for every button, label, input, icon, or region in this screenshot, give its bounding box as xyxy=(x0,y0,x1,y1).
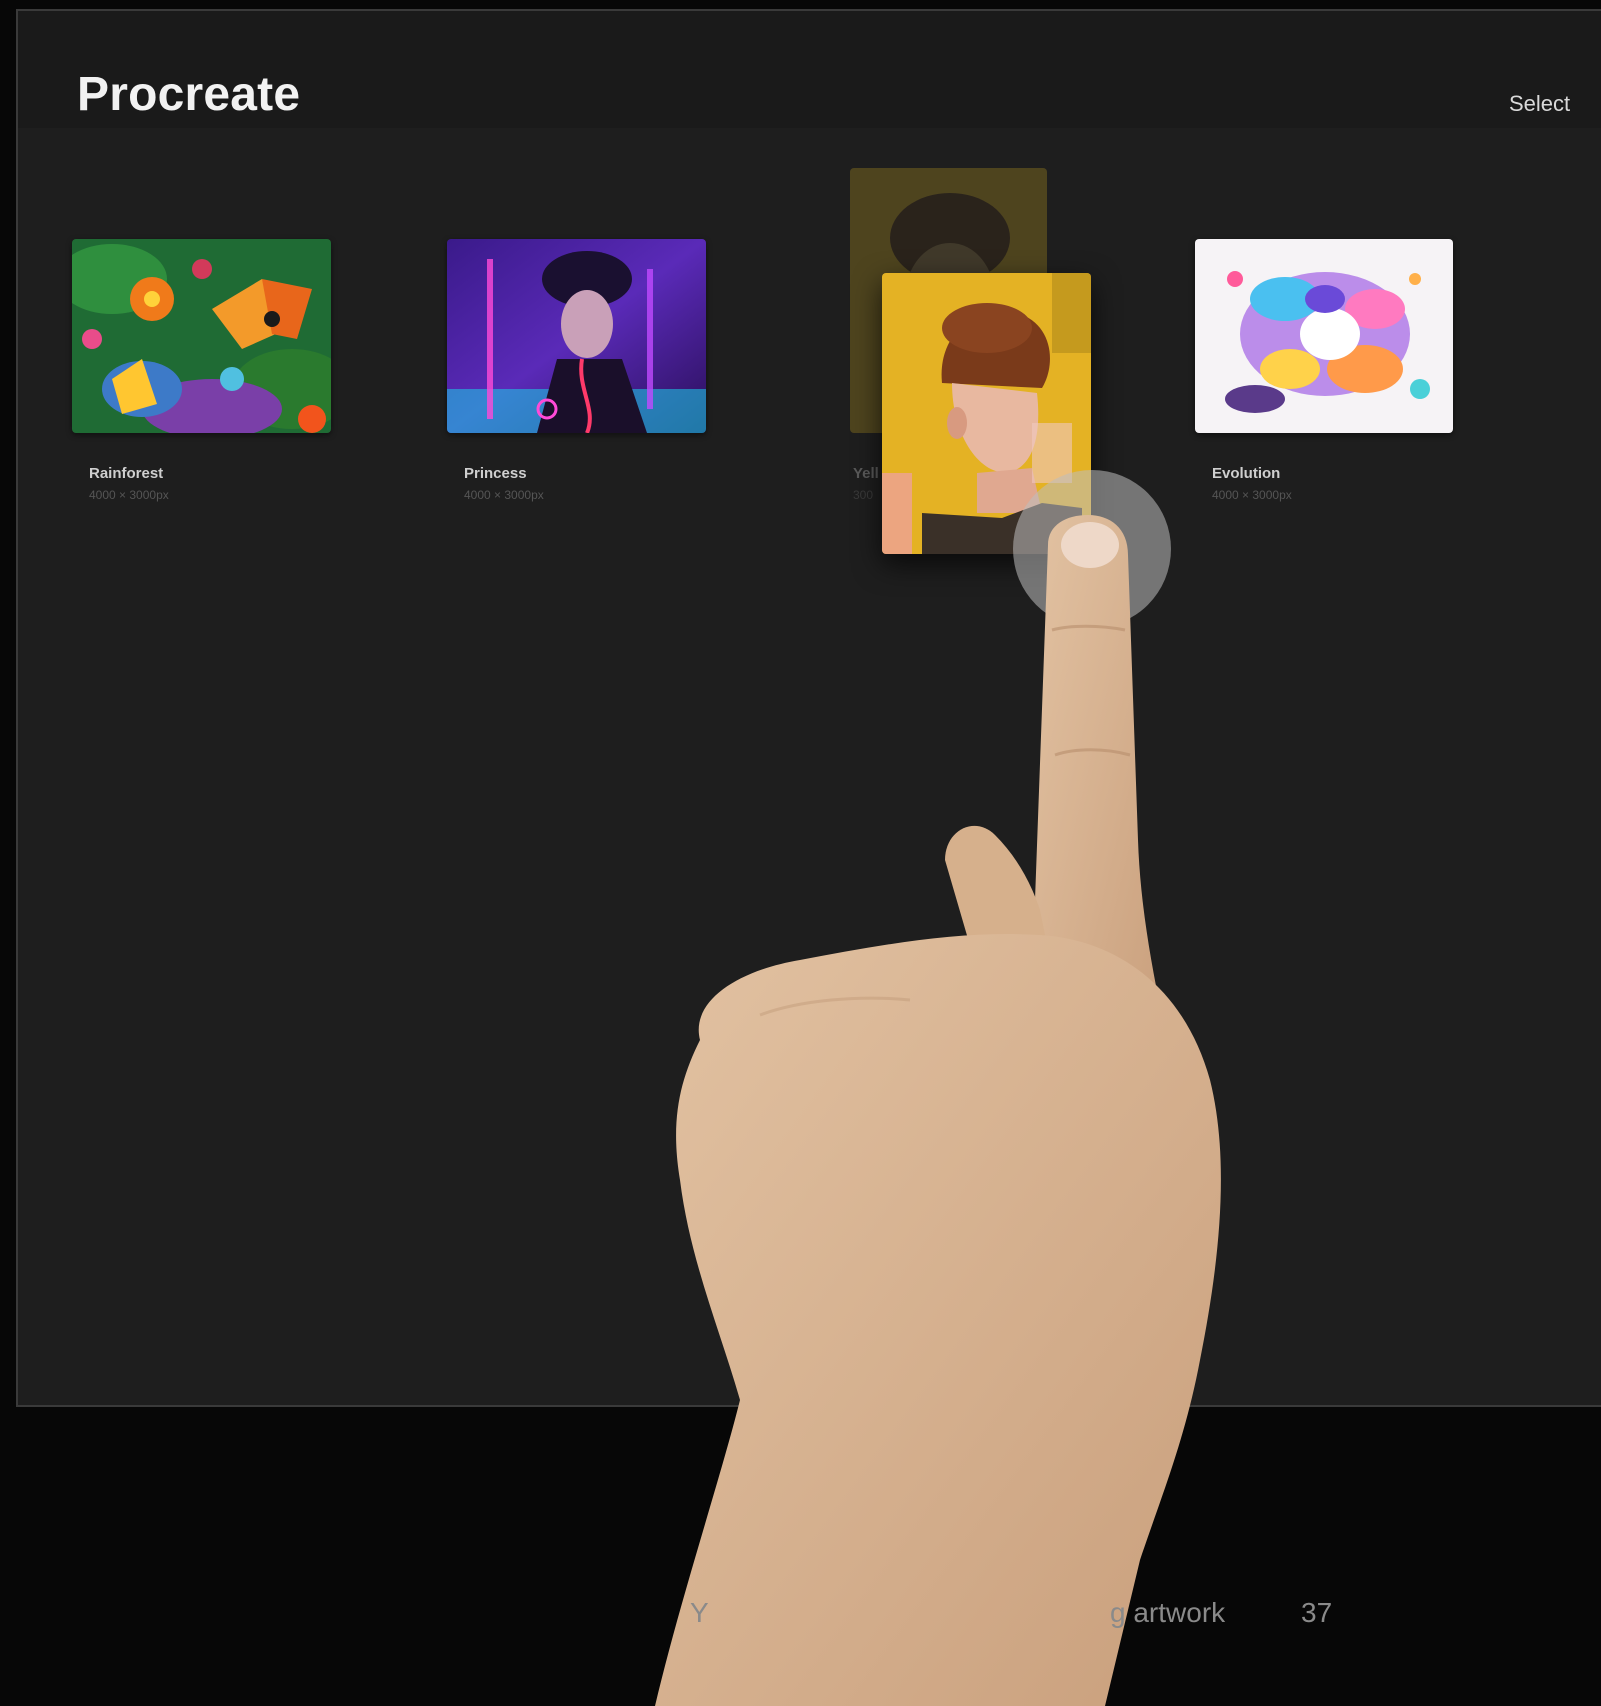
select-button[interactable]: Select xyxy=(1509,91,1601,117)
artwork-size: 4000 × 3000px xyxy=(1212,488,1292,502)
page-number: 37 xyxy=(1301,1597,1333,1628)
artwork-card-princess[interactable]: Princess 4000 × 3000px xyxy=(447,239,707,502)
artwork-thumbnail-princess[interactable] xyxy=(447,239,706,433)
touch-indicator-icon xyxy=(1013,470,1171,628)
artwork-thumbnail-rainforest[interactable] xyxy=(72,239,331,433)
gallery-topbar: Procreate Select xyxy=(18,11,1601,128)
artwork-name: Princess xyxy=(464,465,527,482)
artwork-size: 4000 × 3000px xyxy=(89,488,169,502)
artwork-name: Rainforest xyxy=(89,465,164,482)
footer-caption-start: Y xyxy=(690,1597,709,1628)
app-title: Procreate xyxy=(77,68,301,121)
ipad-screen: Procreate Select Rainforest 4000 × 3000p… xyxy=(16,9,1601,1407)
footer-caption: g artwork xyxy=(1110,1597,1226,1628)
artwork-card-evolution[interactable]: Evolution 4000 × 3000px xyxy=(1195,239,1455,502)
artwork-thumbnail-evolution[interactable] xyxy=(1195,239,1453,433)
artwork-name: Yell xyxy=(853,465,879,482)
artwork-name: Evolution xyxy=(1212,465,1281,482)
slide-page: Procreate Select Rainforest 4000 × 3000p… xyxy=(0,0,1601,1706)
artwork-size: 4000 × 3000px xyxy=(464,488,544,502)
artwork-size: 300 xyxy=(853,488,874,502)
artwork-card-rainforest[interactable]: Rainforest 4000 × 3000px xyxy=(72,239,332,502)
